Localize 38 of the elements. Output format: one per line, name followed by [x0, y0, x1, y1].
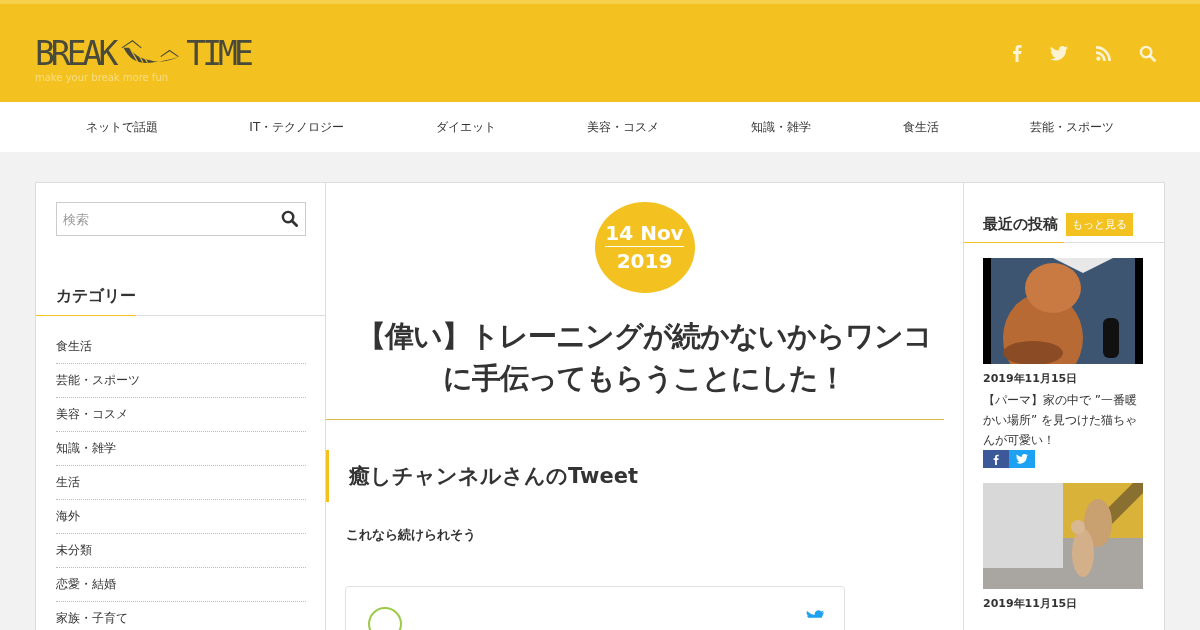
twitter-share-button[interactable] [1009, 450, 1035, 468]
nav-link[interactable]: 知識・雑学 [750, 118, 811, 136]
category-link[interactable]: 芸能・スポーツ [56, 372, 140, 389]
logo-text[interactable]: TIME [186, 33, 254, 74]
nav-link[interactable]: IT・テクノロジー [249, 118, 345, 136]
facebook-icon[interactable] [1012, 44, 1022, 62]
nav-link[interactable]: ネットで話題 [85, 118, 158, 136]
nav-link[interactable]: 食生活 [902, 118, 939, 136]
twitter-icon [1016, 454, 1028, 464]
category-link[interactable]: 恋愛・結婚 [56, 576, 116, 593]
nav-link[interactable]: ダイエット [435, 118, 496, 136]
search-field[interactable]: 検索 [56, 202, 306, 236]
category-link[interactable]: 未分類 [56, 542, 92, 559]
logo-text[interactable]: BREAK [35, 33, 119, 74]
rss-icon[interactable] [1096, 45, 1111, 61]
facebook-share-button[interactable] [983, 450, 1009, 468]
category-link[interactable]: 食生活 [56, 338, 92, 355]
post-date: 2019年11月15日 [983, 596, 1079, 611]
facebook-icon [993, 453, 999, 465]
tagline: make your break more fun [35, 71, 170, 83]
category-link[interactable]: 家族・子育て [56, 610, 128, 627]
category-link[interactable]: 海外 [56, 508, 80, 525]
nav-link[interactable]: 美容・コスメ [587, 118, 660, 136]
article-title: 【偉い】トレーニングが続かないからワンコに手伝ってもらうことにした！ [356, 318, 933, 398]
twitter-icon[interactable] [1050, 45, 1068, 61]
post-title[interactable]: 【パーマ】家の中で ”一番暖かい場所” を見つけた猫ちゃんが可愛い！ [983, 390, 1145, 450]
category-link[interactable]: 美容・コスメ [56, 406, 128, 423]
post-date: 2019年11月15日 [983, 371, 1079, 386]
search-icon[interactable] [281, 210, 298, 227]
section-heading: 癒しチャンネルさんのTweet [326, 450, 963, 503]
category-link[interactable]: 生活 [56, 474, 80, 491]
category-link[interactable]: 知識・雑学 [56, 440, 116, 457]
body-text: これなら続けられそう [346, 526, 476, 545]
twitter-icon[interactable] [806, 609, 824, 620]
date-badge: 14 Nov 2019 [594, 202, 695, 294]
nav-link[interactable]: 芸能・スポーツ [1030, 118, 1115, 136]
recent-posts-heading: 最近の投稿 [983, 215, 1058, 234]
category-heading: カテゴリー [56, 286, 137, 307]
